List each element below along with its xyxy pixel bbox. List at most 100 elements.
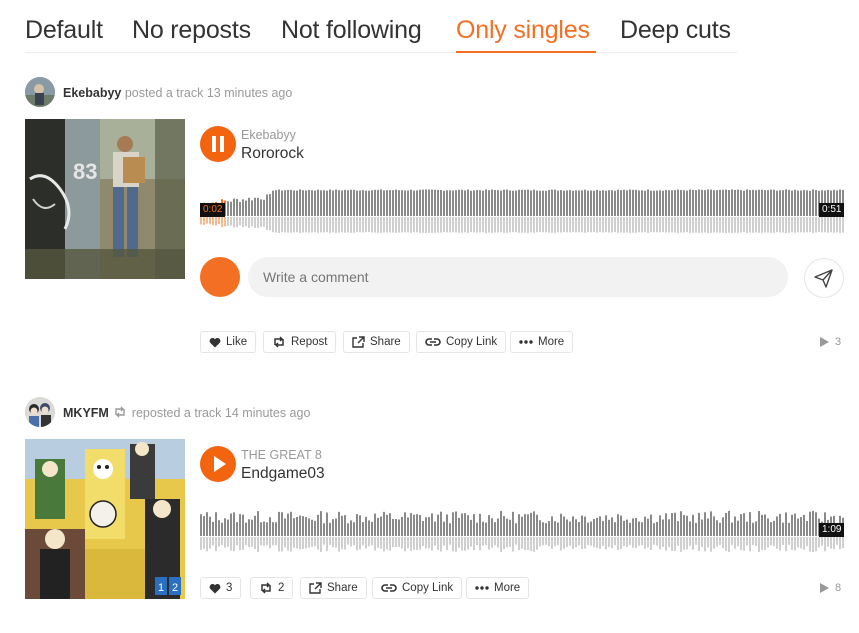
copy-link-label: Copy Link — [402, 582, 454, 594]
waveform-bar — [494, 189, 496, 216]
more-button[interactable]: More — [466, 577, 530, 599]
waveform[interactable] — [200, 494, 845, 554]
waveform-bar — [404, 512, 406, 536]
waveform-reflection-bar — [218, 537, 220, 547]
waveform-reflection-bar — [227, 217, 229, 226]
send-comment-button[interactable] — [804, 258, 844, 298]
share-button[interactable]: Share — [300, 577, 367, 599]
waveform-bar — [278, 189, 280, 216]
waveform-bar — [452, 512, 454, 536]
share-button[interactable]: Share — [343, 331, 410, 353]
waveform-reflection-bar — [719, 217, 721, 233]
waveform-bar — [776, 190, 778, 216]
waveform-bar — [272, 190, 274, 216]
waveform-bar — [638, 521, 640, 536]
waveform-bar — [281, 190, 283, 216]
waveform-bar — [668, 190, 670, 216]
waveform-bar — [260, 522, 262, 536]
waveform-reflection-bar — [644, 217, 646, 233]
waveform-reflection-bar — [314, 537, 316, 547]
waveform-reflection-bar — [437, 537, 439, 550]
waveform-reflection-bar — [464, 217, 466, 233]
tab-not-following[interactable]: Not following — [281, 16, 422, 45]
waveform-reflection-bar — [587, 217, 589, 233]
waveform-reflection-bar — [536, 537, 538, 550]
waveform-reflection-bar — [395, 217, 397, 233]
track-artist[interactable]: Ekebabyy — [241, 128, 296, 142]
waveform-reflection-bar — [479, 217, 481, 233]
waveform-reflection-bar — [476, 537, 478, 545]
comment-input[interactable] — [248, 257, 788, 297]
repost-button[interactable]: 2 — [250, 577, 294, 599]
waveform-bar — [350, 520, 352, 536]
waveform-bar — [467, 515, 469, 536]
track-artwork[interactable]: 83 — [25, 119, 185, 279]
tab-default[interactable]: Default — [25, 16, 103, 45]
waveform-bar — [224, 518, 226, 536]
track-artwork[interactable]: 1 2 — [25, 439, 185, 599]
avatar[interactable] — [25, 397, 55, 427]
waveform-bar — [602, 520, 604, 536]
tab-no-reposts[interactable]: No reposts — [132, 16, 251, 45]
waveform-reflection-bar — [620, 537, 622, 550]
copy-link-button[interactable]: Copy Link — [416, 331, 507, 353]
waveform-bar — [656, 190, 658, 216]
waveform-reflection-bar — [422, 537, 424, 546]
like-count: 3 — [226, 582, 233, 594]
waveform-bar — [362, 190, 364, 216]
waveform-reflection-bar — [821, 217, 823, 233]
waveform-bar — [605, 515, 607, 536]
waveform-reflection-bar — [716, 537, 718, 547]
more-button[interactable]: More — [510, 331, 574, 353]
waveform-bar — [596, 189, 598, 216]
waveform-reflection-bar — [758, 537, 760, 552]
like-button[interactable]: 3 — [200, 577, 242, 599]
waveform-reflection-bar — [452, 537, 454, 552]
waveform-reflection-bar — [326, 537, 328, 552]
waveform-reflection-bar — [644, 537, 646, 549]
waveform-bar — [707, 189, 709, 216]
waveform-bar — [476, 522, 478, 536]
tab-only-singles[interactable]: Only singles — [456, 16, 590, 45]
more-label: More — [538, 336, 565, 348]
waveform-bar — [749, 512, 751, 536]
repost-button[interactable]: Repost — [263, 331, 337, 353]
waveform-bar — [542, 522, 544, 536]
username-link[interactable]: MKYFM — [63, 406, 109, 420]
waveform-bar — [623, 520, 625, 536]
copy-link-button[interactable]: Copy Link — [372, 577, 463, 599]
waveform-bar — [800, 517, 802, 536]
waveform-bar — [632, 189, 634, 216]
waveform-reflection-bar — [785, 217, 787, 233]
waveform[interactable] — [200, 174, 845, 234]
waveform-reflection-bar — [599, 217, 601, 233]
waveform-bar — [209, 516, 211, 536]
waveform-reflection-bar — [677, 537, 679, 546]
waveform-reflection-bar — [395, 537, 397, 548]
waveform-reflection-bar — [590, 217, 592, 233]
waveform-bar — [296, 190, 298, 216]
track-title[interactable]: Rororock — [241, 145, 304, 163]
username-link[interactable]: Ekebabyy — [63, 86, 121, 100]
waveform-bar — [317, 189, 319, 216]
track-title[interactable]: Endgame03 — [241, 465, 325, 483]
pause-button[interactable] — [200, 126, 236, 162]
waveform-bar — [230, 513, 232, 536]
waveform-bar — [719, 189, 721, 216]
waveform-bar — [626, 519, 628, 536]
waveform-reflection-bar — [635, 537, 637, 548]
waveform-bar — [347, 523, 349, 536]
waveform-bar — [698, 512, 700, 536]
waveform-reflection-bar — [605, 537, 607, 550]
waveform-reflection-bar — [494, 537, 496, 546]
waveform-reflection-bar — [653, 537, 655, 545]
play-button[interactable] — [200, 446, 236, 482]
track-artist[interactable]: THE GREAT 8 — [241, 448, 322, 462]
waveform-bar — [812, 510, 814, 536]
like-button[interactable]: Like — [200, 331, 257, 353]
waveform-bar — [557, 522, 559, 536]
waveform-reflection-bar — [536, 217, 538, 233]
avatar[interactable] — [25, 77, 55, 107]
tab-deep-cuts[interactable]: Deep cuts — [620, 16, 731, 45]
waveform-bar — [563, 190, 565, 216]
